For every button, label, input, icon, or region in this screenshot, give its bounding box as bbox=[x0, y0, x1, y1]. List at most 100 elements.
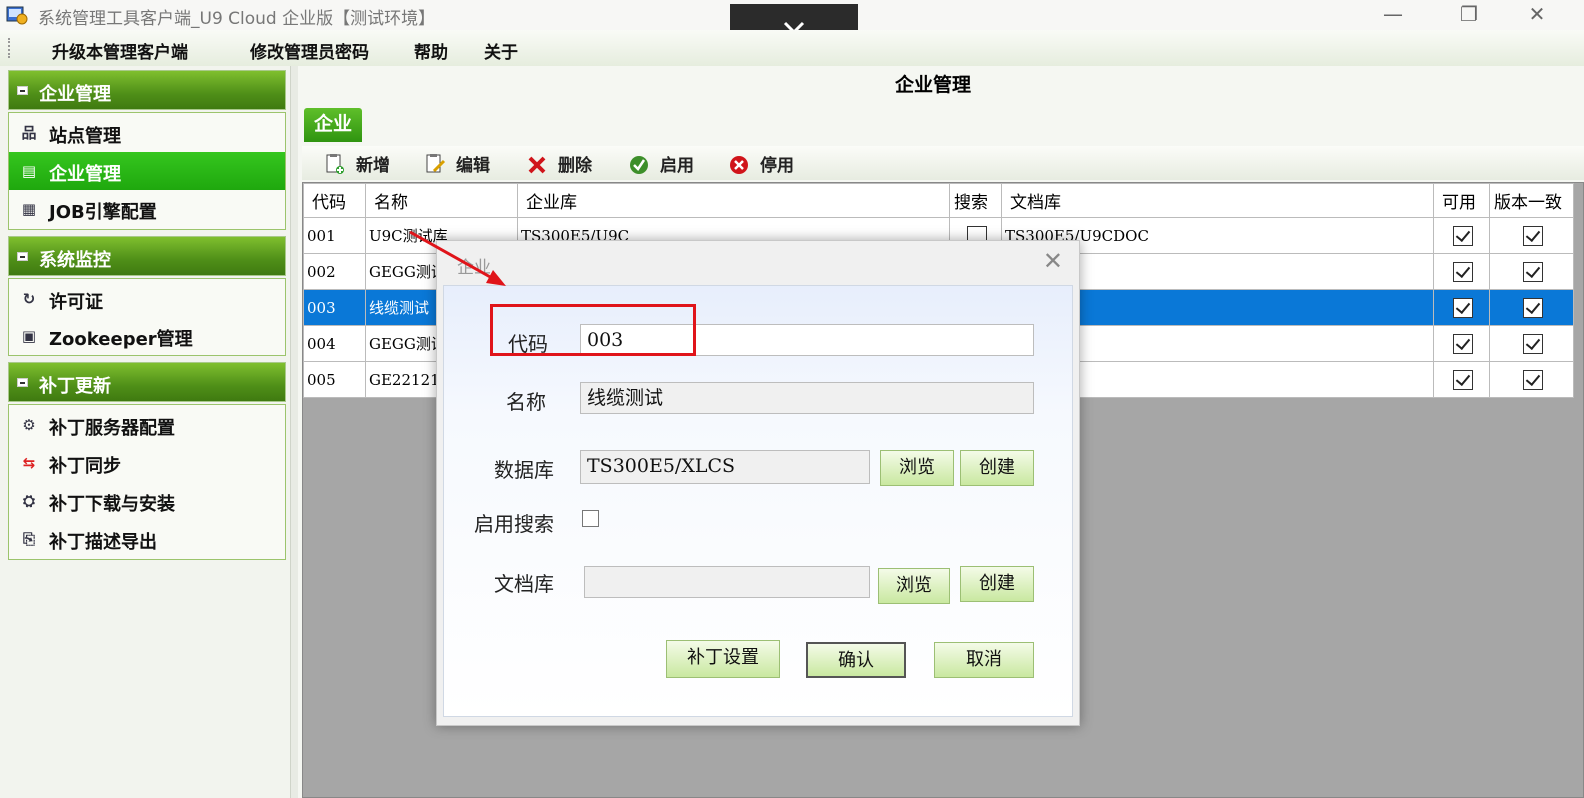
sidebar-item-site[interactable]: 品 站点管理 bbox=[9, 114, 285, 152]
patch-settings-button[interactable]: 补丁设置 bbox=[666, 640, 780, 678]
consistent-checkbox[interactable] bbox=[1523, 333, 1543, 354]
sidebar-item-license[interactable]: ↻ 许可证 bbox=[9, 280, 285, 318]
database-browse-button[interactable]: 浏览 bbox=[880, 450, 954, 486]
docdb-browse-button[interactable]: 浏览 bbox=[878, 568, 950, 604]
page-title: 企业管理 bbox=[894, 74, 971, 96]
consistent-cell bbox=[1489, 289, 1574, 326]
available-checkbox[interactable] bbox=[1453, 297, 1473, 318]
menu-upgrade-client[interactable]: 升级本管理客户端 bbox=[52, 38, 188, 63]
consistent-checkbox[interactable] bbox=[1523, 369, 1543, 390]
sidebar-item-label: 补丁下载与安装 bbox=[49, 494, 175, 515]
collapse-icon bbox=[17, 86, 28, 95]
edit-label: 编辑 bbox=[456, 156, 490, 176]
dialog-close-button[interactable]: ✕ bbox=[1043, 247, 1063, 275]
menu-bar: 升级本管理客户端 修改管理员密码 帮助 关于 bbox=[0, 30, 1584, 66]
docdb-create-button[interactable]: 创建 bbox=[960, 566, 1034, 602]
cell-code: 004 bbox=[303, 325, 366, 362]
minimize-button[interactable]: — bbox=[1370, 0, 1416, 30]
app-icon bbox=[6, 6, 28, 25]
sidebar-item-label: 补丁同步 bbox=[49, 456, 121, 477]
group-header-monitor[interactable]: 系统监控 bbox=[8, 236, 286, 276]
group-title: 系统监控 bbox=[39, 250, 111, 271]
disable-button[interactable]: 停用 bbox=[728, 151, 794, 177]
column-header-code[interactable]: 代码 bbox=[303, 183, 366, 218]
disable-label: 停用 bbox=[760, 156, 794, 176]
dialog-title: 企业 bbox=[457, 258, 491, 278]
tab-enterprise[interactable]: 企业 bbox=[304, 108, 362, 142]
delete-label: 删除 bbox=[558, 156, 592, 176]
new-label: 新增 bbox=[356, 156, 390, 176]
cancel-button[interactable]: 取消 bbox=[934, 642, 1034, 678]
consistent-checkbox[interactable] bbox=[1523, 297, 1543, 318]
sidebar-splitter[interactable] bbox=[290, 66, 298, 798]
restore-button[interactable]: ❐ bbox=[1446, 0, 1492, 30]
server-icon: ▤ bbox=[21, 162, 37, 180]
sidebar-item-label: 企业管理 bbox=[49, 164, 121, 185]
enable-button[interactable]: 启用 bbox=[628, 151, 694, 177]
sidebar-item-enterprise[interactable]: ▤ 企业管理 bbox=[9, 152, 285, 190]
sidebar-item-job-config[interactable]: ▦ JOB引擎配置 bbox=[9, 190, 285, 228]
sidebar-item-patch-sync[interactable]: ⇆ 补丁同步 bbox=[9, 444, 285, 482]
available-checkbox[interactable] bbox=[1453, 225, 1473, 246]
column-header-available[interactable]: 可用 bbox=[1433, 183, 1490, 218]
new-button[interactable]: 新增 bbox=[324, 151, 390, 177]
window-title: 系统管理工具客户端_U9 Cloud 企业版【测试环境】 bbox=[38, 9, 436, 29]
sidebar-item-patch-export[interactable]: ⎘ 补丁描述导出 bbox=[9, 520, 285, 558]
sidebar-item-label: 补丁描述导出 bbox=[49, 532, 157, 553]
sidebar-item-patch-server[interactable]: ⚙ 补丁服务器配置 bbox=[9, 406, 285, 444]
column-header-name[interactable]: 名称 bbox=[365, 183, 518, 218]
sitemap-icon: 品 bbox=[21, 124, 37, 142]
stop-circle-icon bbox=[730, 155, 748, 174]
toolbar: 新增 编辑 删除 启用 停用 bbox=[302, 146, 1584, 180]
group-title: 企业管理 bbox=[39, 84, 111, 105]
sidebar-item-label: 许可证 bbox=[49, 292, 103, 313]
menu-change-admin-password[interactable]: 修改管理员密码 bbox=[250, 38, 369, 63]
table-header-row: 代码 名称 企业库 搜索 文档库 可用 版本一致 bbox=[303, 183, 1574, 218]
confirm-button[interactable]: 确认 bbox=[806, 642, 906, 678]
database-field[interactable]: TS300E5/XLCS bbox=[580, 450, 870, 484]
column-header-db[interactable]: 企业库 bbox=[517, 183, 950, 218]
annotation-highlight-box bbox=[490, 304, 696, 356]
database-create-button[interactable]: 创建 bbox=[960, 450, 1034, 486]
column-header-docdb[interactable]: 文档库 bbox=[1001, 183, 1434, 218]
available-cell bbox=[1433, 253, 1490, 290]
docdb-label: 文档库 bbox=[494, 572, 554, 596]
cell-code: 001 bbox=[303, 217, 366, 254]
group-header-patch[interactable]: 补丁更新 bbox=[8, 362, 286, 402]
cell-code: 003 bbox=[303, 289, 366, 326]
sidebar-item-label: Zookeeper管理 bbox=[49, 329, 193, 350]
available-cell bbox=[1433, 325, 1490, 362]
menu-grip bbox=[8, 38, 11, 58]
close-button[interactable]: ✕ bbox=[1514, 0, 1560, 30]
edit-icon bbox=[426, 153, 446, 172]
available-checkbox[interactable] bbox=[1453, 333, 1473, 354]
export-icon: ⎘ bbox=[22, 530, 35, 548]
group-header-enterprise[interactable]: 企业管理 bbox=[8, 70, 286, 110]
zookeeper-icon: ▣ bbox=[21, 327, 37, 345]
delete-icon bbox=[528, 156, 546, 173]
consistent-checkbox[interactable] bbox=[1523, 225, 1543, 246]
available-checkbox[interactable] bbox=[1453, 261, 1473, 282]
name-field[interactable]: 线缆测试 bbox=[580, 382, 1034, 414]
menu-help[interactable]: 帮助 bbox=[414, 38, 448, 63]
sidebar-item-label: 补丁服务器配置 bbox=[49, 418, 175, 439]
column-header-search[interactable]: 搜索 bbox=[949, 183, 1002, 218]
sidebar-item-patch-download[interactable]: ⛭ 补丁下载与安装 bbox=[9, 482, 285, 520]
delete-button[interactable]: 删除 bbox=[526, 151, 592, 177]
consistent-cell bbox=[1489, 253, 1574, 290]
column-header-consistent[interactable]: 版本一致 bbox=[1489, 183, 1574, 218]
edit-button[interactable]: 编辑 bbox=[424, 151, 490, 177]
available-cell bbox=[1433, 361, 1490, 398]
sidebar-item-zookeeper[interactable]: ▣ Zookeeper管理 bbox=[9, 317, 285, 355]
menu-about[interactable]: 关于 bbox=[484, 38, 518, 63]
cell-code: 002 bbox=[303, 253, 366, 290]
cell-code: 005 bbox=[303, 361, 366, 398]
license-icon: ↻ bbox=[22, 290, 36, 308]
docdb-field[interactable] bbox=[584, 566, 870, 598]
available-checkbox[interactable] bbox=[1453, 369, 1473, 390]
enable-search-label: 启用搜索 bbox=[474, 512, 554, 536]
available-cell bbox=[1433, 289, 1490, 326]
enable-search-checkbox[interactable] bbox=[582, 510, 599, 527]
patch-server-icon: ⚙ bbox=[22, 416, 36, 434]
consistent-checkbox[interactable] bbox=[1523, 261, 1543, 282]
